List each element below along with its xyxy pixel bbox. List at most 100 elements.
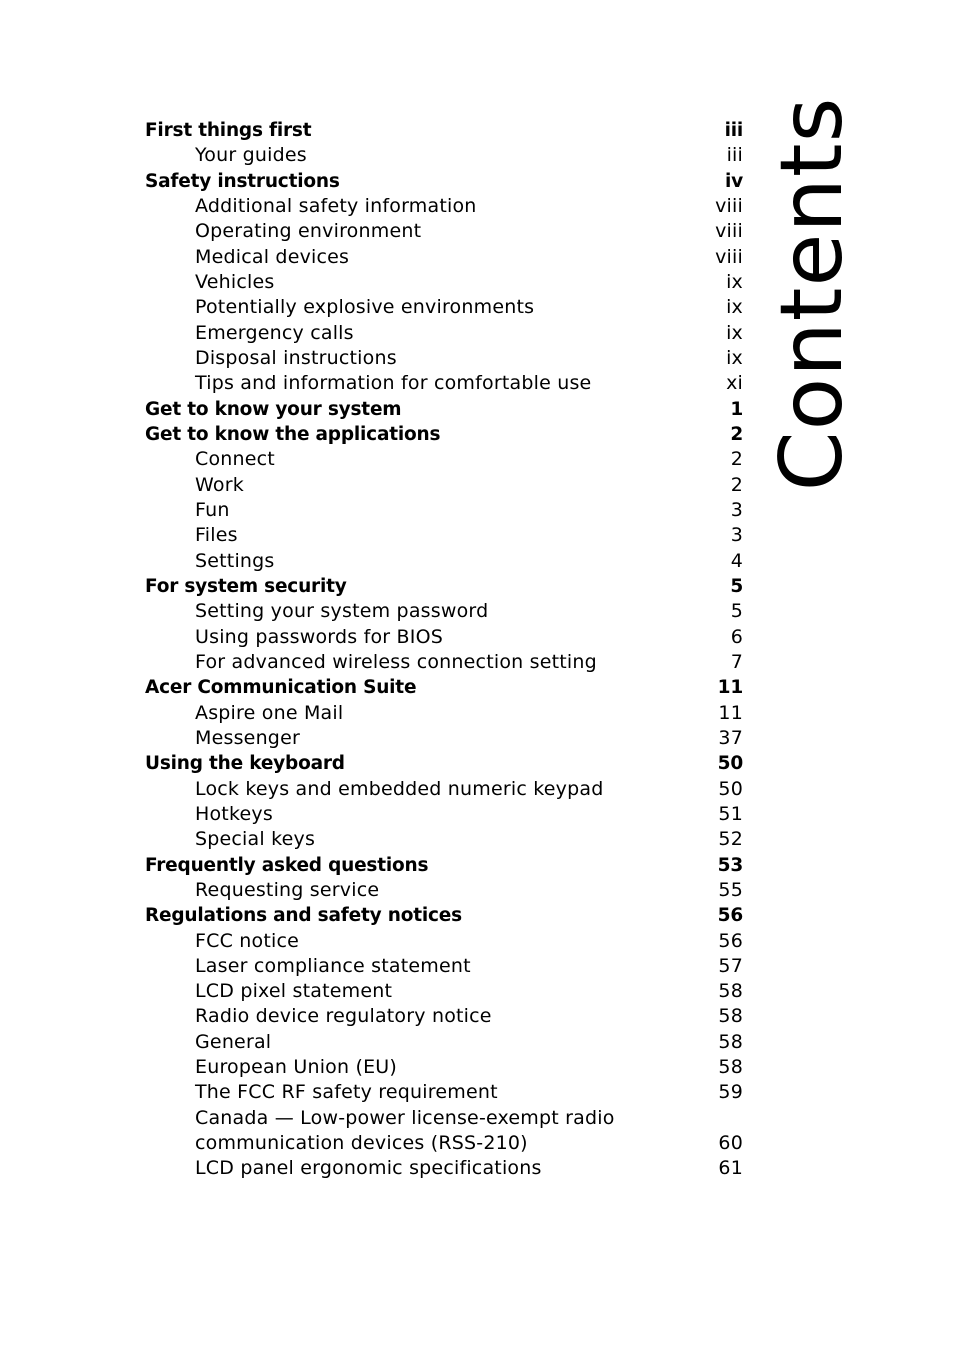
toc-entry-title: Using the keyboard bbox=[145, 753, 345, 775]
toc-section-entry[interactable]: LCD pixel statement 58 bbox=[145, 979, 743, 1004]
toc-entry-page-number: 56 bbox=[717, 905, 744, 927]
toc-chapter-entry[interactable]: Safety instructions iv bbox=[145, 169, 743, 194]
toc-entry-title: Special keys bbox=[195, 828, 316, 851]
toc-section-entry[interactable]: For advanced wireless connection setting… bbox=[145, 650, 743, 675]
toc-entry-title: Laser compliance statement bbox=[195, 954, 471, 977]
toc-section-entry[interactable]: Potentially explosive environments ix bbox=[145, 295, 743, 320]
toc-entry-title: Aspire one Mail bbox=[195, 701, 344, 724]
toc-entry-page-number: 5 bbox=[730, 600, 743, 623]
toc-section-entry[interactable]: Your guides iii bbox=[145, 143, 743, 168]
toc-entry-title: Operating environment bbox=[195, 220, 422, 243]
toc-entry-title: LCD panel ergonomic specifications bbox=[195, 1157, 542, 1180]
toc-section-entry[interactable]: Work 2 bbox=[145, 473, 743, 498]
toc-entry-title: Medical devices bbox=[195, 245, 350, 268]
toc-entry-page-number: 37 bbox=[718, 726, 743, 749]
toc-entry-title: Emergency calls bbox=[195, 321, 354, 344]
toc-entry-page-number: 3 bbox=[730, 524, 743, 547]
toc-entry-page-number: viii bbox=[715, 194, 743, 217]
toc-entry-title: Tips and information for comfortable use bbox=[195, 372, 592, 395]
toc-section-entry[interactable]: Tips and information for comfortable use… bbox=[145, 371, 743, 396]
toc-entry-title: Using passwords for BIOS bbox=[195, 625, 443, 648]
toc-entry-page-number: 5 bbox=[730, 575, 743, 597]
toc-section-entry[interactable]: Messenger 37 bbox=[145, 726, 743, 751]
toc-entry-page-number: ix bbox=[726, 270, 743, 293]
toc-entry-title: The FCC RF safety requirement bbox=[195, 1081, 498, 1104]
toc-section-entry[interactable]: Aspire one Mail 11 bbox=[145, 701, 743, 726]
toc-section-entry[interactable]: Disposal instructions ix bbox=[145, 346, 743, 371]
toc-section-entry[interactable]: LCD panel ergonomic specifications 61 bbox=[145, 1156, 743, 1181]
toc-entry-title: Requesting service bbox=[195, 878, 380, 901]
toc-entry-page-number: 53 bbox=[717, 854, 744, 876]
toc-entry-title: Frequently asked questions bbox=[145, 854, 429, 876]
toc-section-entry[interactable]: Using passwords for BIOS 6 bbox=[145, 625, 743, 650]
toc-chapter-entry[interactable]: First things first iii bbox=[145, 118, 743, 143]
toc-entry-page-number: 58 bbox=[718, 1005, 743, 1028]
toc-entry-page-number: viii bbox=[715, 245, 743, 268]
table-of-contents: First things first iii Your guides iii Safet… bbox=[145, 118, 743, 1182]
toc-section-entry[interactable]: Setting your system password 5 bbox=[145, 599, 743, 624]
toc-section-entry[interactable]: General 58 bbox=[145, 1030, 743, 1055]
toc-entry-title: Potentially explosive environments bbox=[195, 296, 535, 319]
toc-section-entry[interactable]: The FCC RF safety requirement 59 bbox=[145, 1080, 743, 1105]
toc-entry-title: Canada — Low-power license-exempt radio bbox=[195, 1106, 615, 1129]
toc-entry-page-number: 6 bbox=[730, 625, 743, 648]
toc-section-entry[interactable]: Special keys 52 bbox=[145, 827, 743, 852]
toc-entry-title: Hotkeys bbox=[195, 802, 273, 825]
toc-entry-title: For advanced wireless connection setting bbox=[195, 650, 597, 673]
toc-entry-title: Your guides bbox=[195, 144, 307, 167]
toc-entry-title: communication devices (RSS-210) bbox=[195, 1132, 528, 1155]
toc-chapter-entry[interactable]: Get to know your system 1 bbox=[145, 397, 743, 422]
toc-section-entry[interactable]: Hotkeys 51 bbox=[145, 802, 743, 827]
toc-section-entry[interactable]: Emergency calls ix bbox=[145, 321, 743, 346]
toc-section-entry[interactable]: Lock keys and embedded numeric keypad 50 bbox=[145, 777, 743, 802]
toc-entry-title: Get to know your system bbox=[145, 398, 402, 420]
toc-section-entry[interactable]: Canada — Low-power license-exempt radio bbox=[145, 1106, 743, 1131]
toc-entry-page-number: ix bbox=[726, 296, 743, 319]
toc-entry-title: Additional safety information bbox=[195, 194, 477, 217]
toc-chapter-entry[interactable]: Acer Communication Suite 11 bbox=[145, 675, 743, 700]
toc-entry-title: Radio device regulatory notice bbox=[195, 1005, 492, 1028]
toc-section-entry[interactable]: FCC notice 56 bbox=[145, 929, 743, 954]
toc-chapter-entry[interactable]: For system security 5 bbox=[145, 574, 743, 599]
toc-entry-page-number: 60 bbox=[718, 1132, 743, 1155]
toc-section-entry[interactable]: Laser compliance statement 57 bbox=[145, 954, 743, 979]
toc-chapter-entry[interactable]: Get to know the applications 2 bbox=[145, 422, 743, 447]
toc-entry-title: Fun bbox=[195, 498, 230, 521]
toc-entry-page-number: xi bbox=[726, 372, 743, 395]
toc-chapter-entry[interactable]: Using the keyboard 50 bbox=[145, 751, 743, 776]
toc-entry-page-number: 7 bbox=[730, 650, 743, 673]
toc-entry-title: For system security bbox=[145, 575, 347, 597]
toc-section-entry[interactable]: Settings 4 bbox=[145, 549, 743, 574]
toc-section-entry[interactable]: Files 3 bbox=[145, 523, 743, 548]
toc-section-entry[interactable]: Fun 3 bbox=[145, 498, 743, 523]
toc-chapter-entry[interactable]: Regulations and safety notices 56 bbox=[145, 903, 743, 928]
toc-section-entry[interactable]: European Union (EU) 58 bbox=[145, 1055, 743, 1080]
toc-entry-page-number: 61 bbox=[718, 1157, 743, 1180]
toc-section-entry[interactable]: Additional safety information viii bbox=[145, 194, 743, 219]
toc-entry-title: Messenger bbox=[195, 726, 300, 749]
toc-entry-title: Disposal instructions bbox=[195, 346, 397, 369]
toc-section-entry[interactable]: Medical devices viii bbox=[145, 245, 743, 270]
toc-entry-page-number: iv bbox=[724, 170, 743, 192]
toc-entry-page-number: 50 bbox=[718, 777, 743, 800]
toc-entry-page-number: 57 bbox=[718, 954, 743, 977]
page-title-text: Contents bbox=[762, 96, 862, 492]
toc-section-entry[interactable]: communication devices (RSS-210) 60 bbox=[145, 1131, 743, 1156]
toc-entry-title: Setting your system password bbox=[195, 600, 489, 623]
toc-section-entry[interactable]: Vehicles ix bbox=[145, 270, 743, 295]
toc-section-entry[interactable]: Operating environment viii bbox=[145, 219, 743, 244]
toc-section-entry[interactable]: Radio device regulatory notice 58 bbox=[145, 1004, 743, 1029]
toc-entry-page-number: 2 bbox=[730, 448, 743, 471]
toc-entry-page-number: 51 bbox=[718, 802, 743, 825]
toc-entry-title: Files bbox=[195, 524, 238, 547]
toc-entry-title: Safety instructions bbox=[145, 170, 340, 192]
toc-section-entry[interactable]: Requesting service 55 bbox=[145, 878, 743, 903]
toc-entry-page-number: 58 bbox=[718, 1030, 743, 1053]
toc-section-entry[interactable]: Connect 2 bbox=[145, 447, 743, 472]
toc-entry-page-number: viii bbox=[715, 220, 743, 243]
toc-entry-title: European Union (EU) bbox=[195, 1056, 398, 1079]
toc-entry-page-number: 2 bbox=[730, 473, 743, 496]
toc-entry-page-number: 52 bbox=[718, 828, 743, 851]
toc-entry-title: Acer Communication Suite bbox=[145, 677, 417, 699]
toc-chapter-entry[interactable]: Frequently asked questions 53 bbox=[145, 853, 743, 878]
